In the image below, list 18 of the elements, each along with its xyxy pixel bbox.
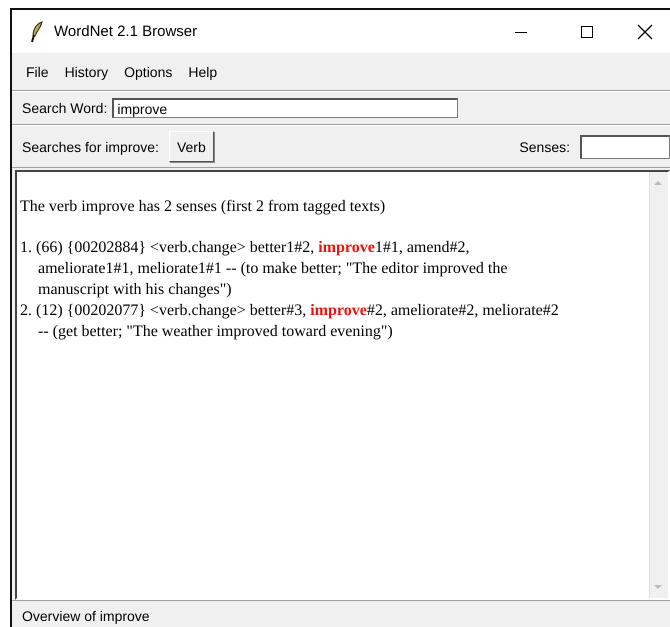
- search-label: Search Word:: [22, 100, 108, 116]
- menu-item[interactable]: Help: [180, 64, 226, 80]
- feather-icon: [30, 20, 44, 42]
- senses-label: Senses:: [519, 138, 570, 154]
- status-text: Overview of improve: [22, 608, 150, 624]
- window-title: WordNet 2.1 Browser: [54, 23, 198, 40]
- part-of-speech-button[interactable]: Verb: [168, 131, 214, 162]
- search-field[interactable]: improve: [112, 98, 458, 118]
- sense-entry: 1. (66) {00202884} <verb.change> better1#2, improve1#1, amend#2, ameliorate1#1, meliorate1#1 -- (to make better; "The editor improved the manuscript with his changes"): [20, 238, 508, 300]
- menu-item[interactable]: Options: [116, 64, 180, 80]
- close-icon[interactable]: [637, 24, 653, 40]
- menu-item[interactable]: File: [18, 64, 57, 80]
- results-heading: The verb improve has 2 senses (first 2 from tagged texts): [20, 197, 386, 217]
- menu-item[interactable]: History: [56, 64, 116, 80]
- searches-label: Searches for improve:: [22, 138, 159, 154]
- sense-entry: 2. (12) {00202077} <verb.change> better#3, improve#2, ameliorate#2, meliorate#2 -- (get better; "The weather improved toward evening"): [20, 301, 560, 342]
- senses-field[interactable]: [580, 134, 670, 158]
- maximize-icon[interactable]: [580, 24, 594, 38]
